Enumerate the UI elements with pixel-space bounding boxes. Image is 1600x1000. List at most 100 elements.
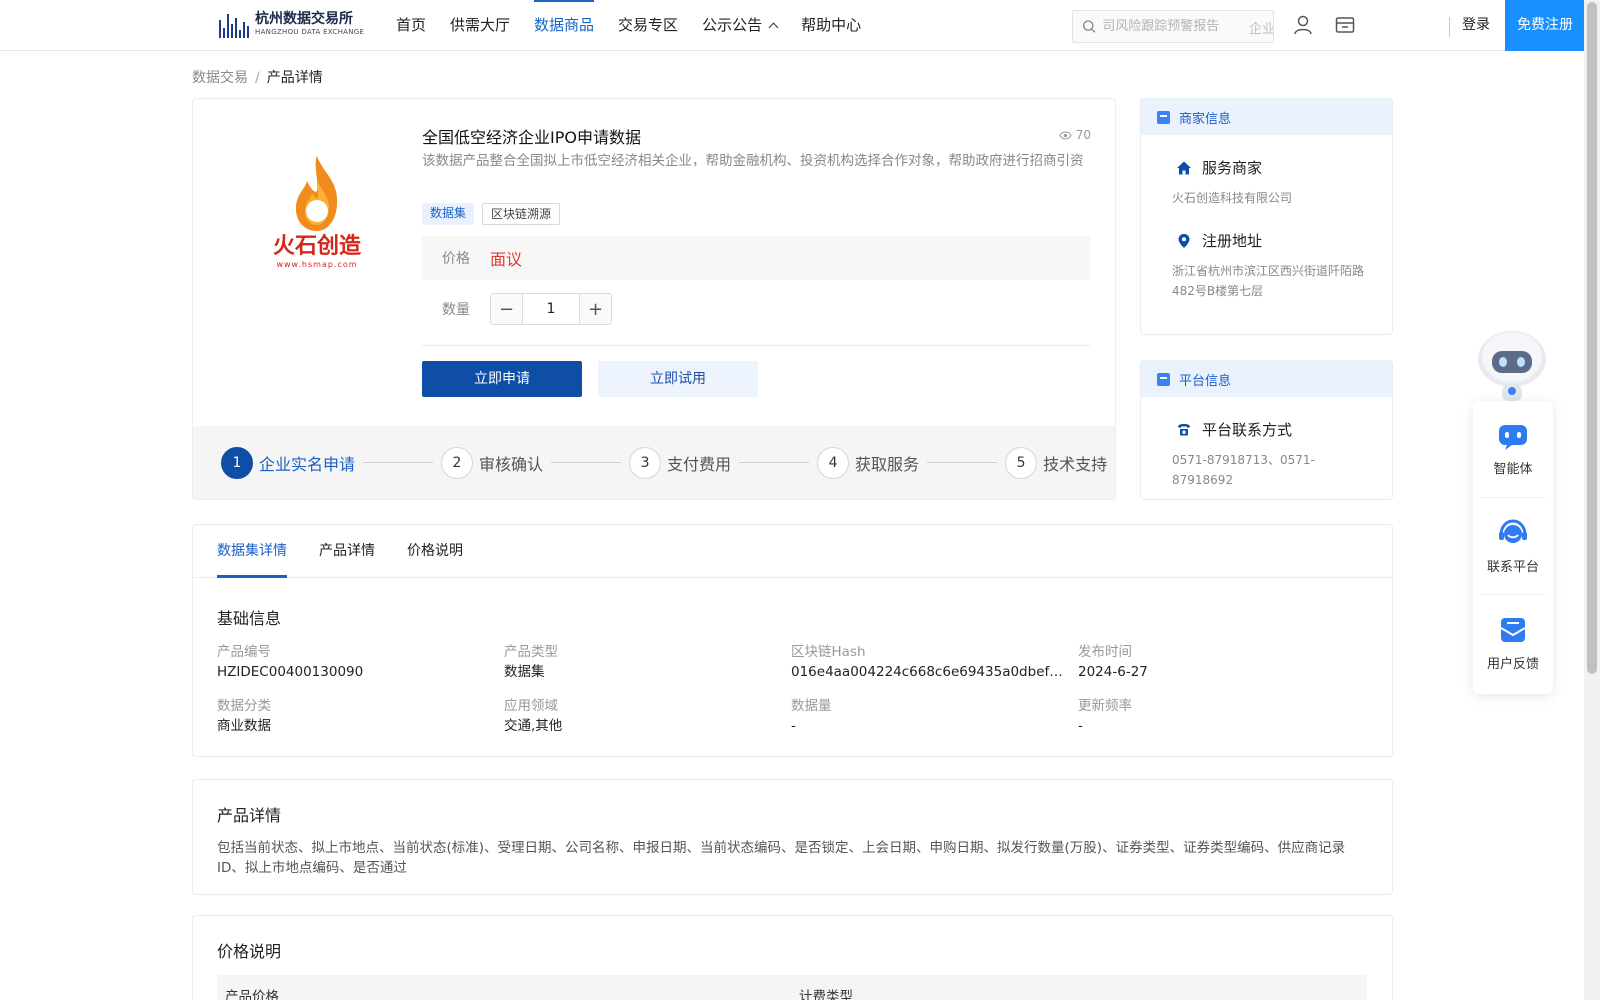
info-value: - <box>1078 718 1083 734</box>
top-header: 杭州数据交易所 HANGZHOU DATA EXCHANGE 首页 供需大厅 数… <box>0 0 1585 51</box>
main-nav: 首页 供需大厅 数据商品 交易专区 公示公告 帮助中心 <box>384 0 873 50</box>
increment-button[interactable]: + <box>580 294 611 324</box>
step-label: 技术支持 <box>1043 454 1108 474</box>
step-number: 2 <box>441 446 474 479</box>
info-value: 016e4aa004224c668c6e69435a0dbef97d... <box>791 664 1063 680</box>
step-2: 2 审核确认 <box>441 446 543 479</box>
tab-dataset-details[interactable]: 数据集详情 <box>217 525 287 578</box>
basic-info-grid: 产品编号 HZIDEC00400130090 产品类型 数据集 区块链Hash 016… <box>217 643 1367 737</box>
step-label: 获取服务 <box>855 454 920 474</box>
address-value: 浙江省杭州市滨江区西兴街道阡陌路482号B楼第七层 <box>1172 264 1365 298</box>
service-merchant-value: 火石创造科技有限公司 <box>1172 191 1293 205</box>
view-count: 70 <box>1059 128 1091 142</box>
info-key: 应用领域 <box>504 698 558 714</box>
merchant-info-header: 商家信息 <box>1141 99 1392 135</box>
tag-blockchain: 区块链溯源 <box>482 203 561 225</box>
info-update-frequency: 更新频率 - <box>1078 697 1365 737</box>
tab-price-description[interactable]: 价格说明 <box>407 525 463 577</box>
detail-tabs: 数据集详情 产品详情 价格说明 <box>193 525 1392 578</box>
process-steps: 1 企业实名申请 2 审核确认 3 支付费用 4 获取服务 5 技术支持 <box>193 426 1115 499</box>
service-merchant-label: 服务商家 <box>1202 159 1263 177</box>
shop-icon[interactable] <box>1334 14 1356 36</box>
info-value: 商业数据 <box>217 718 271 734</box>
service-merchant-row: 服务商家 <box>1176 157 1392 178</box>
info-value: - <box>791 718 796 734</box>
info-key: 发布时间 <box>1078 644 1132 660</box>
step-3: 3 支付费用 <box>629 446 731 479</box>
product-description: 该数据产品整合全国拟上市低空经济相关企业，帮助金融机构、投资机构选择合作对象，帮… <box>422 153 1084 169</box>
breadcrumb-parent[interactable]: 数据交易 <box>192 70 248 86</box>
product-detail-card: 产品详情 包括当前状态、拟上市地点、当前状态(标准)、受理日期、公司名称、申报日… <box>192 779 1393 895</box>
location-pin-icon <box>1178 233 1190 248</box>
tag-dataset: 数据集 <box>422 203 475 225</box>
contact-platform-button[interactable]: 联系平台 <box>1481 498 1545 595</box>
step-5: 5 技术支持 <box>1005 446 1108 479</box>
site-logo[interactable]: 杭州数据交易所 HANGZHOU DATA EXCHANGE <box>219 10 364 38</box>
merchant-info-title: 商家信息 <box>1179 111 1232 127</box>
info-publish-date: 发布时间 2024-6-27 <box>1078 643 1365 683</box>
quantity-value[interactable]: 1 <box>522 294 580 324</box>
platform-info-title: 平台信息 <box>1179 373 1232 389</box>
platform-info-card: 平台信息 平台联系方式 0571-87918713、0571-87918692 <box>1140 360 1393 500</box>
assistant-robot-icon[interactable] <box>1472 325 1552 403</box>
register-button[interactable]: 免费注册 <box>1505 0 1585 51</box>
step-number: 5 <box>1005 446 1038 479</box>
agent-tool-button[interactable]: 智能体 <box>1481 401 1545 498</box>
info-application-field: 应用领域交通,其他 <box>504 697 791 737</box>
info-value: 交通,其他 <box>504 718 563 734</box>
apply-now-button[interactable]: 立即申请 <box>422 361 582 397</box>
info-key: 数据量 <box>791 698 832 714</box>
search-input[interactable] <box>1102 19 1273 34</box>
step-number: 4 <box>817 446 850 479</box>
product-tags: 数据集 区块链溯源 <box>422 203 561 225</box>
step-4: 4 获取服务 <box>817 446 920 479</box>
info-data-category: 数据分类 商业数据 <box>217 697 504 737</box>
user-icon[interactable] <box>1292 14 1314 36</box>
page-scrollbar[interactable] <box>1584 0 1600 1000</box>
platform-info-header: 平台信息 <box>1141 361 1392 397</box>
tab-product-details[interactable]: 产品详情 <box>319 525 375 577</box>
quantity-stepper: − 1 + <box>490 293 612 325</box>
nav-data-products[interactable]: 数据商品 <box>522 0 606 50</box>
agent-tool-label: 智能体 <box>1493 461 1533 477</box>
nav-trade-zone[interactable]: 交易专区 <box>606 0 690 50</box>
product-logo-url: www.hsmap.com <box>276 260 357 269</box>
info-value: 数据集 <box>504 664 545 680</box>
search-icon[interactable] <box>1082 19 1096 34</box>
nav-home[interactable]: 首页 <box>384 0 438 50</box>
chevron-up-icon <box>768 22 779 33</box>
logo-bars-icon <box>219 10 249 38</box>
product-detail-text: 包括当前状态、拟上市地点、当前状态(标准)、受理日期、公司名称、申报日期、当前状… <box>217 840 1346 876</box>
feedback-mail-icon <box>1500 618 1526 642</box>
price-description-title: 价格说明 <box>217 942 282 961</box>
eye-icon <box>1059 131 1072 139</box>
product-logo-text: 火石创造 <box>273 234 361 259</box>
try-now-button[interactable]: 立即试用 <box>598 361 758 397</box>
decrement-button[interactable]: − <box>491 294 522 324</box>
info-key: 更新频率 <box>1078 698 1132 714</box>
user-feedback-label: 用户反馈 <box>1486 657 1539 672</box>
product-logo: 火石创造 www.hsmap.com <box>273 156 361 269</box>
info-key: 区块链Hash <box>791 644 866 660</box>
product-title: 全国低空经济企业IPO申请数据 <box>422 128 641 147</box>
search-hint: 企业 <box>1248 22 1274 37</box>
step-connector <box>551 462 622 463</box>
nav-supply-demand[interactable]: 供需大厅 <box>438 0 522 50</box>
user-feedback-button[interactable]: 用户反馈 <box>1481 595 1545 692</box>
info-blockchain-hash: 区块链Hash 016e4aa004224c668c6e69435a0dbef97… <box>791 643 1078 683</box>
phone-icon <box>1178 423 1190 435</box>
info-key: 产品类型 <box>504 644 558 660</box>
breadcrumb: 数据交易 / 产品详情 <box>192 67 323 87</box>
billing-type-col-header: 计费类型 <box>799 989 853 1000</box>
store-icon <box>1157 110 1170 124</box>
info-value: HZIDEC00400130090 <box>217 664 364 680</box>
home-icon <box>1177 161 1191 174</box>
login-link[interactable]: 登录 <box>1462 0 1490 51</box>
nav-announcements[interactable]: 公示公告 <box>690 0 789 50</box>
nav-help[interactable]: 帮助中心 <box>789 0 873 50</box>
merchant-info-card: 商家信息 服务商家 火石创造科技有限公司 注册地址 浙江省杭州市滨江区西兴街道阡… <box>1140 98 1393 335</box>
scroll-thumb[interactable] <box>1587 2 1597 674</box>
price-description-card: 价格说明 产品价格 计费类型 <box>192 915 1393 1000</box>
platform-contact-row: 平台联系方式 <box>1176 419 1392 440</box>
step-label: 企业实名申请 <box>259 454 356 474</box>
